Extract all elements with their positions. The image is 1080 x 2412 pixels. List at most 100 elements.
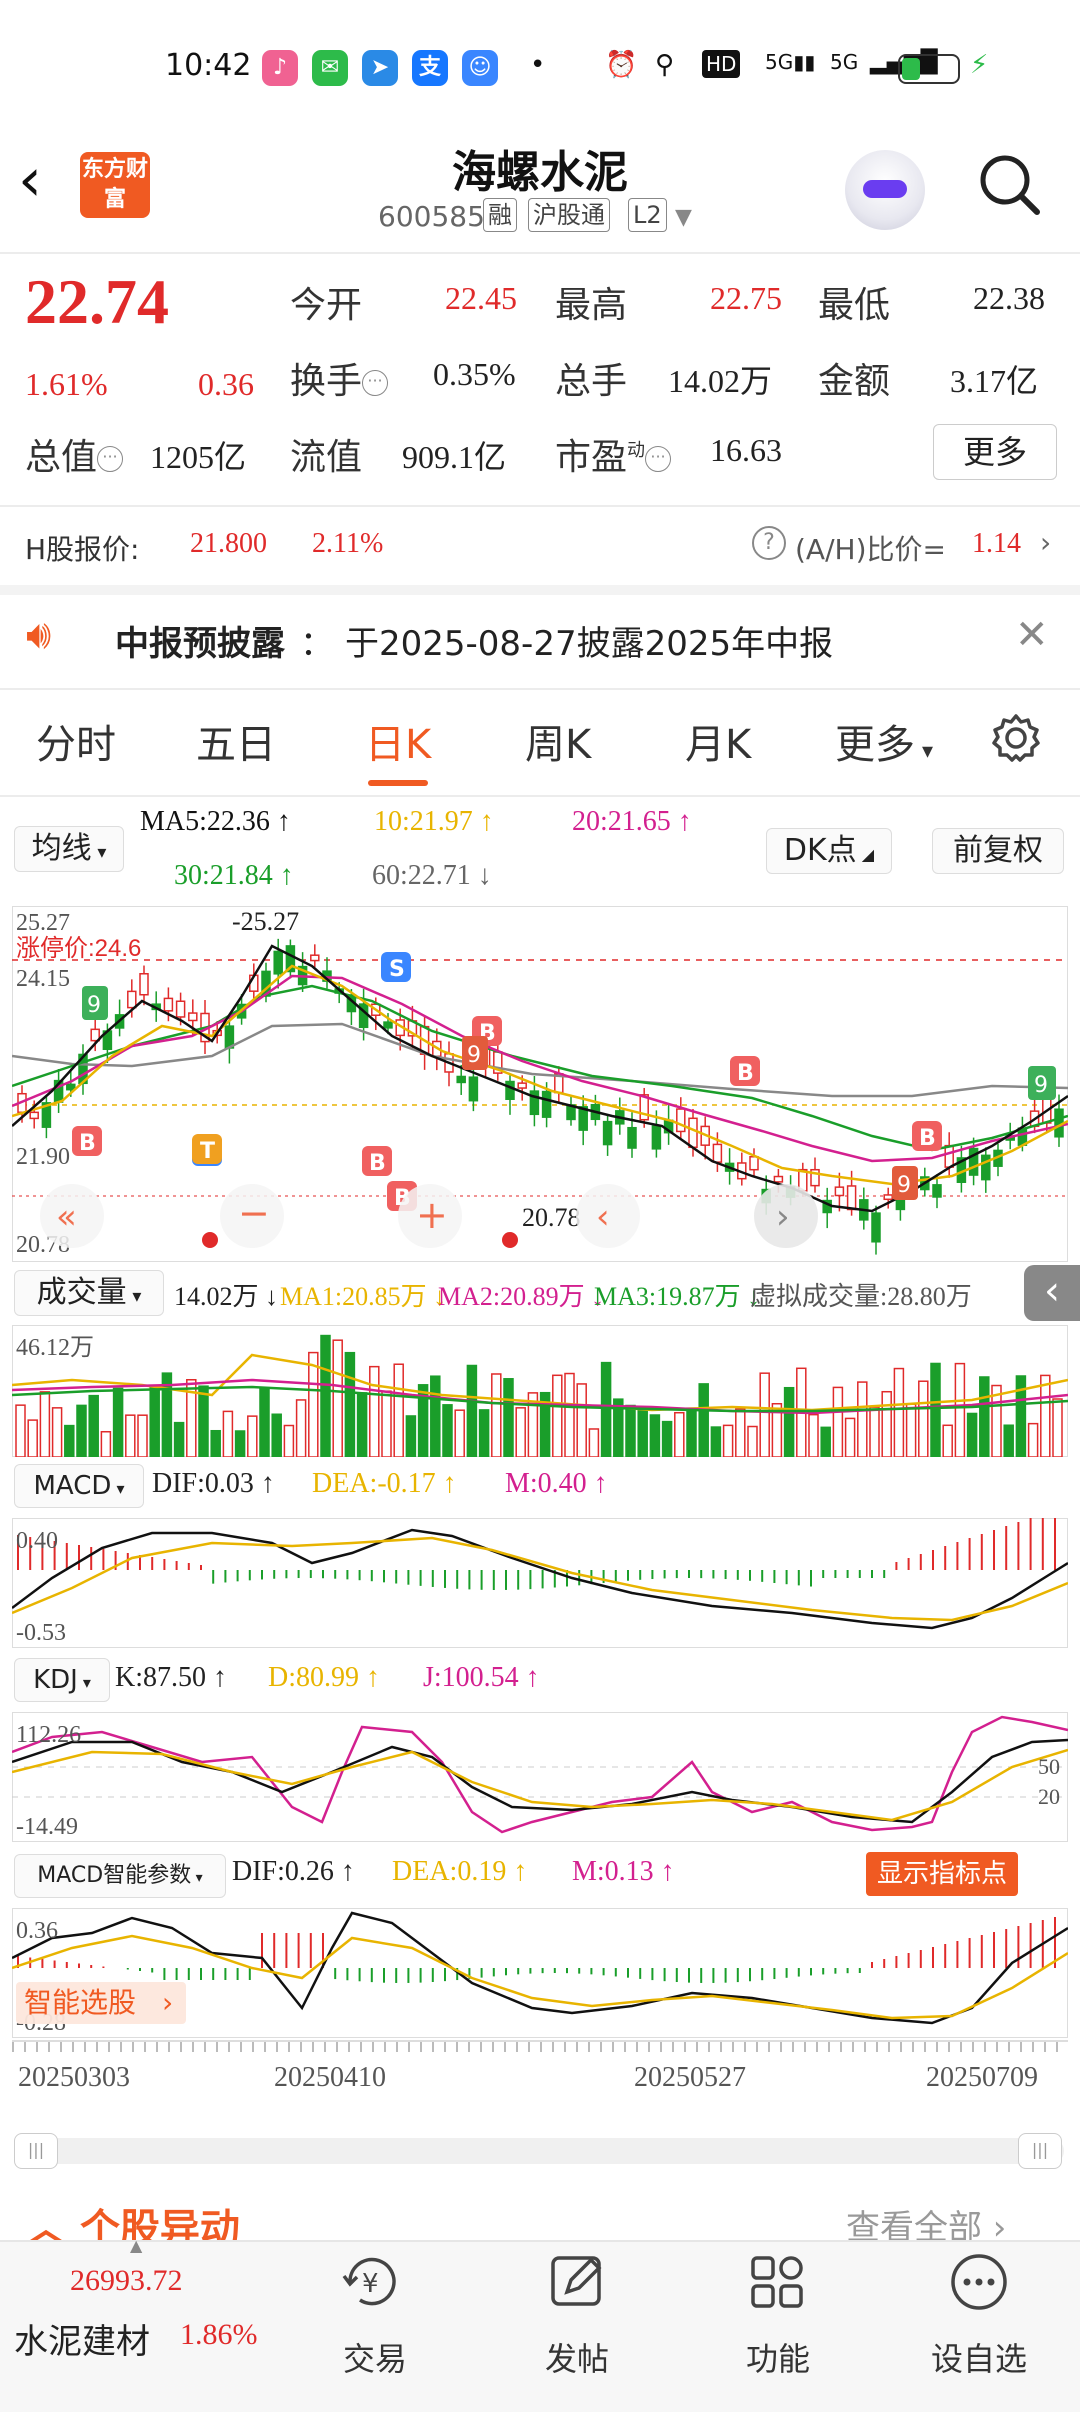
volume-bar (198, 1385, 209, 1457)
candle (871, 1212, 881, 1243)
tab-monthly-k[interactable]: 月K (685, 712, 751, 770)
volume-bar (100, 1430, 112, 1457)
y-max-label: 25.27 (16, 910, 70, 936)
ma-selector[interactable]: 均线 ▾ (14, 826, 124, 872)
ma10-value: 10:21.97 ↑ (374, 806, 494, 837)
svg-text:−: − (238, 1191, 270, 1235)
volume-bar (51, 1407, 63, 1457)
nav-add-watchlist[interactable]: 设自选 (919, 2334, 1039, 2380)
high-label: 最高 (555, 285, 628, 326)
adjust-button[interactable]: 前复权 (932, 828, 1064, 874)
info-dots-icon[interactable]: ··· (645, 446, 672, 472)
l2-tag: L2 (628, 198, 667, 232)
candle (846, 1185, 857, 1211)
app-icon: ☺ (462, 50, 498, 86)
candlestick-chart[interactable]: -25.27 20.78 S S B B B B B B T 9 9 9 9 涨… (12, 906, 1068, 1262)
tab-timeshare[interactable]: 分时 (36, 712, 116, 770)
more-button[interactable]: 更多 (933, 424, 1057, 480)
ah-ratio-label: (A/H)比价= (795, 533, 946, 566)
smart-macd-m: M:0.13 ↑ (572, 1856, 675, 1887)
volume-bar (149, 1386, 160, 1457)
nav-post[interactable]: 发帖 (517, 2334, 637, 2380)
volume-bar (661, 1420, 673, 1457)
chart-nav-controls[interactable]: « − + ‹ › (40, 1184, 818, 1248)
candle (749, 1155, 759, 1171)
trade-icon[interactable]: ¥ (340, 2250, 404, 2314)
index-name[interactable]: 水泥建材 (14, 2314, 150, 2363)
stock-code: 600585 (378, 200, 485, 233)
tab-daily-k[interactable]: 日K (365, 712, 431, 770)
info-dots-icon[interactable]: ··· (362, 370, 389, 396)
volume-bar (393, 1363, 404, 1457)
info-dots-icon[interactable]: ··· (97, 446, 124, 472)
smart-macd-selector[interactable]: MACD智能参数 ▾ (14, 1854, 226, 1898)
volume-bar (344, 1351, 356, 1457)
volume-selector[interactable]: 成交量 ▾ (14, 1270, 164, 1316)
nav-functions[interactable]: 功能 (718, 2334, 838, 2380)
virtual-volume: 虚拟成交量:28.80万 (750, 1282, 972, 1311)
volume-bar (832, 1386, 844, 1457)
volume-bar (76, 1404, 87, 1457)
candle (627, 1126, 637, 1149)
ma5-value: MA5:22.36 ↑ (140, 806, 291, 837)
chevron-down-icon[interactable]: ▼ (675, 205, 692, 230)
volume-bar (137, 1414, 148, 1457)
chevron-right-icon[interactable]: › (1040, 526, 1051, 559)
macd-selector[interactable]: MACD ▾ (14, 1464, 144, 1508)
range-slider-track[interactable] (14, 2138, 1064, 2164)
collapse-panel-icon[interactable]: ‹ (1024, 1265, 1080, 1321)
notice-text[interactable]: 于2025-08-27披露2025年中报 (345, 616, 833, 665)
chevron-right-icon[interactable]: › (162, 1986, 173, 2019)
tab-active-indicator (368, 780, 428, 786)
notice-colon: ： (300, 624, 334, 664)
margin-tag: 融 (483, 198, 517, 232)
volume-bar (173, 1421, 185, 1457)
show-indicator-button[interactable]: 显示指标点 (866, 1852, 1018, 1896)
volume-bar (381, 1390, 392, 1457)
close-icon[interactable]: ✕ (1015, 612, 1049, 658)
candle (932, 1184, 942, 1198)
volume-bar (576, 1383, 587, 1457)
nav-trade[interactable]: 交易 (315, 2334, 435, 2380)
volume-bar (308, 1351, 319, 1457)
x-date-3: 20250527 (634, 2062, 746, 2093)
ma60-value: 60:22.71 ↓ (372, 860, 492, 891)
macd-m: M:0.40 ↑ (505, 1468, 608, 1499)
volume-bar (954, 1362, 966, 1457)
volume-bar (710, 1426, 722, 1457)
tab-weekly-k[interactable]: 周K (525, 712, 591, 770)
smart-pick-label[interactable]: 智能选股 (24, 1986, 136, 2019)
volume-bar (466, 1364, 478, 1457)
more-dots-icon[interactable] (947, 2250, 1011, 2314)
kdj-selector[interactable]: KDJ ▾ (14, 1658, 110, 1702)
tab-five-day[interactable]: 五日 (196, 712, 276, 770)
post-icon[interactable] (545, 2250, 609, 2314)
volume-bar (503, 1378, 514, 1457)
ah-ratio-value[interactable]: 1.14 (972, 528, 1021, 560)
tab-more[interactable]: 更多 ▾ (835, 712, 933, 770)
range-slider-left-handle[interactable]: ||| (14, 2133, 58, 2169)
svg-text:B: B (737, 1061, 754, 1086)
candle (505, 1080, 515, 1100)
volume-ma3: MA3:19.87万 ↓ (594, 1282, 761, 1311)
volume-bar (210, 1429, 221, 1457)
robot-assistant-icon[interactable] (845, 150, 925, 230)
candle (773, 1175, 784, 1183)
volume-bar (442, 1404, 453, 1457)
help-icon[interactable]: ? (752, 526, 786, 560)
macd-chart: 0.40 -0.53 (12, 1518, 1068, 1648)
dk-point-button[interactable]: DK点 ◢ (766, 828, 892, 874)
settings-gear-icon[interactable] (990, 712, 1042, 764)
search-icon[interactable] (975, 150, 1045, 220)
volume-bar (722, 1424, 734, 1457)
functions-icon[interactable] (745, 2250, 809, 2314)
candle (602, 1120, 613, 1146)
volume-bar (222, 1410, 234, 1457)
index-value[interactable]: 26993.72 (70, 2264, 183, 2298)
volume-bar (857, 1381, 868, 1457)
volume-bar (674, 1411, 685, 1457)
volume-bar (1027, 1422, 1039, 1457)
range-slider-right-handle[interactable]: ||| (1018, 2133, 1062, 2169)
status-time: 10:42 (165, 48, 252, 83)
volume-bar (356, 1392, 368, 1457)
